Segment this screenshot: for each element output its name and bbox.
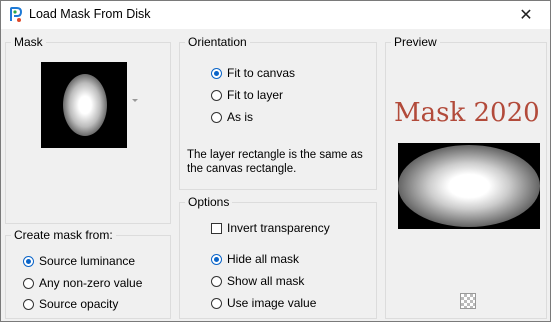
options-group-label: Options — [185, 195, 233, 209]
radio-dot — [211, 297, 222, 309]
create-mask-group-label: Create mask from: — [11, 228, 116, 242]
checkbox-label: Invert transparency — [227, 221, 330, 235]
preview-watermark: Mask 2020 — [394, 98, 540, 128]
close-icon: ✕ — [519, 7, 533, 24]
checkerboard-icon[interactable] — [460, 293, 476, 309]
radio-source-opacity[interactable]: Source opacity — [23, 297, 118, 311]
radio-as-is[interactable]: As is — [211, 110, 253, 124]
close-button[interactable]: ✕ — [506, 1, 546, 29]
radio-use-image-value[interactable]: Use image value — [211, 296, 316, 310]
radio-label: Source luminance — [39, 254, 136, 268]
radio-label: Any non-zero value — [39, 276, 143, 290]
radio-dot — [211, 89, 222, 101]
radio-dot — [23, 255, 34, 267]
mask-ellipse — [63, 74, 107, 136]
radio-label: Fit to canvas — [227, 66, 296, 80]
radio-label: As is — [227, 110, 254, 124]
dropdown-arrow-icon[interactable] — [132, 99, 138, 102]
invert-transparency-checkbox[interactable]: Invert transparency — [211, 221, 330, 235]
radio-label: Show all mask — [227, 274, 305, 288]
radio-show-all-mask[interactable]: Show all mask — [211, 274, 304, 288]
preview-group-label: Preview — [391, 35, 440, 49]
radio-dot — [211, 253, 222, 265]
orientation-hint: The layer rectangle is the same as the c… — [187, 149, 363, 175]
dialog-window: Load Mask From Disk ✕ Mask Create mask f… — [0, 0, 551, 322]
mask-group-label: Mask — [11, 35, 46, 49]
title-bar: Load Mask From Disk ✕ — [1, 1, 550, 29]
radio-label: Source opacity — [39, 297, 119, 311]
preview-image — [398, 143, 540, 229]
preview-ellipse — [398, 145, 540, 227]
orientation-group-label: Orientation — [185, 35, 250, 49]
radio-source-luminance[interactable]: Source luminance — [23, 254, 135, 268]
window-title: Load Mask From Disk — [29, 7, 151, 21]
radio-label: Use image value — [227, 296, 317, 310]
radio-hide-all-mask[interactable]: Hide all mask — [211, 252, 299, 266]
radio-dot — [211, 111, 222, 123]
radio-fit-to-canvas[interactable]: Fit to canvas — [211, 66, 295, 80]
radio-dot — [211, 275, 222, 287]
radio-fit-to-layer[interactable]: Fit to layer — [211, 88, 283, 102]
radio-label: Fit to layer — [227, 88, 284, 102]
radio-dot — [23, 277, 34, 289]
checkbox-box — [211, 222, 222, 234]
radio-any-non-zero[interactable]: Any non-zero value — [23, 276, 142, 290]
radio-dot — [211, 67, 222, 79]
mask-thumbnail[interactable] — [41, 62, 127, 148]
radio-label: Hide all mask — [227, 252, 300, 266]
app-icon — [10, 7, 23, 22]
radio-dot — [23, 298, 34, 310]
